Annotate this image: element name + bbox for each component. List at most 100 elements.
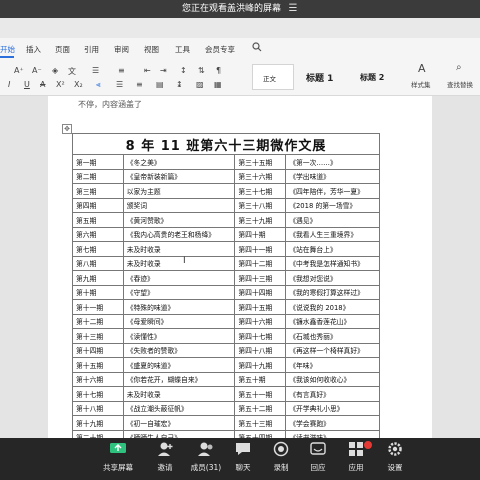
issue-number-cell[interactable]: 第四十四期 xyxy=(234,284,287,300)
issue-number-cell[interactable]: 第三十六期 xyxy=(234,168,287,184)
italic-icon[interactable]: I xyxy=(8,80,10,89)
show-marks-icon[interactable]: ¶ xyxy=(216,66,221,75)
indent-icon[interactable]: ⇥ xyxy=(160,66,167,75)
essay-title-cell[interactable]: 《我的寒假打算这样过》 xyxy=(285,284,380,300)
essay-title-cell[interactable]: 《我该如何收收心》 xyxy=(285,371,380,387)
issue-number-cell[interactable]: 第十一期 xyxy=(72,299,124,315)
issue-number-cell[interactable]: 第十六期 xyxy=(72,371,124,387)
style-heading-2[interactable]: 标题 2 xyxy=(352,64,404,90)
issue-number-cell[interactable]: 第五十期 xyxy=(234,371,287,387)
tab-tools[interactable]: 工具 xyxy=(175,44,190,55)
tab-review[interactable]: 审阅 xyxy=(114,44,129,55)
issue-number-cell[interactable]: 第三十七期 xyxy=(234,183,287,199)
find-replace-icon[interactable]: ⌕ xyxy=(456,62,462,73)
essay-title-cell[interactable]: 《学出味道》 xyxy=(285,168,380,184)
issue-number-cell[interactable]: 第五十三期 xyxy=(234,415,287,431)
essay-title-cell[interactable]: 《有言真好》 xyxy=(285,386,380,402)
issue-number-cell[interactable]: 第三十八期 xyxy=(234,197,287,213)
essay-title-cell[interactable]: 《第一次……》 xyxy=(285,154,380,170)
essay-title-cell[interactable]: 《盛夏的味道》 xyxy=(122,357,236,373)
style-normal[interactable]: 正文 xyxy=(252,64,294,90)
phonetic-icon[interactable]: 文 xyxy=(68,66,76,77)
issue-number-cell[interactable]: 第三期 xyxy=(72,183,124,199)
issue-number-cell[interactable]: 第五十二期 xyxy=(234,400,287,416)
essay-title-cell[interactable]: 《镰水鑫香莲花山》 xyxy=(285,313,380,329)
issue-number-cell[interactable]: 第四十三期 xyxy=(234,270,287,286)
issue-number-cell[interactable]: 第十三期 xyxy=(72,328,124,344)
superscript-icon[interactable]: X² xyxy=(56,80,65,89)
issue-number-cell[interactable]: 第四十七期 xyxy=(234,328,287,344)
issue-number-cell[interactable]: 第十四期 xyxy=(72,342,124,358)
essay-title-cell[interactable]: 《皇帝新装新篇》 xyxy=(122,168,236,184)
issue-number-cell[interactable]: 第五十一期 xyxy=(234,386,287,402)
tab-insert[interactable]: 插入 xyxy=(26,44,41,55)
essay-title-cell[interactable]: 《守望》 xyxy=(122,284,236,300)
essay-title-cell[interactable]: 《遇见》 xyxy=(285,212,380,228)
tab-home[interactable]: 开始 xyxy=(0,44,15,55)
find-replace-label[interactable]: 查找替换 xyxy=(447,79,473,89)
issue-number-cell[interactable]: 第三十五期 xyxy=(234,154,287,170)
style-heading-1[interactable]: 标题 1 xyxy=(298,64,352,90)
essay-title-cell[interactable]: 《2018 的第一场雪》 xyxy=(285,197,380,213)
font-size-down-icon[interactable]: A⁻ xyxy=(32,66,42,75)
essay-title-cell[interactable]: 《中考我是怎样通知书》 xyxy=(285,255,380,271)
menu-icon[interactable]: ☰ xyxy=(286,2,300,16)
issue-number-cell[interactable]: 第四十九期 xyxy=(234,357,287,373)
apps-button[interactable]: 应用 xyxy=(334,441,378,473)
essay-title-cell[interactable]: 《特殊的味道》 xyxy=(122,299,236,315)
essay-title-cell[interactable]: 以家为主题 xyxy=(122,183,236,199)
essay-title-cell[interactable]: 颁奖词 xyxy=(122,197,236,213)
strikethrough-icon[interactable]: A xyxy=(40,80,45,89)
line-spacing-icon[interactable]: ↨ xyxy=(176,80,183,89)
tab-member[interactable]: 会员专享 xyxy=(205,44,235,55)
settings-button[interactable]: 设置 xyxy=(373,441,417,473)
align-left-icon[interactable]: ⫷ xyxy=(96,80,101,90)
outdent-icon[interactable]: ⇤ xyxy=(144,66,151,75)
font-size-up-icon[interactable]: A⁺ xyxy=(14,66,24,75)
tab-references[interactable]: 引用 xyxy=(84,44,99,55)
text-direction-icon[interactable]: ↕ xyxy=(180,66,187,75)
essay-title-cell[interactable]: 《石城也秀丽》 xyxy=(285,328,380,344)
issue-number-cell[interactable]: 第十期 xyxy=(72,284,124,300)
essay-title-cell[interactable]: 未及时收录 xyxy=(122,241,236,257)
essay-title-cell[interactable]: 《你若花开，蝴蝶自来》 xyxy=(122,371,236,387)
issue-number-cell[interactable]: 第四十八期 xyxy=(234,342,287,358)
issue-number-cell[interactable]: 第八期 xyxy=(72,255,124,271)
essay-title-cell[interactable]: 《黄河赞歌》 xyxy=(122,212,236,228)
issue-number-cell[interactable]: 第四十一期 xyxy=(234,241,287,257)
share-screen-button[interactable]: 共享屏幕 xyxy=(96,441,140,473)
borders-icon[interactable]: ▦ xyxy=(214,80,222,89)
issue-number-cell[interactable]: 第四十六期 xyxy=(234,313,287,329)
issue-number-cell[interactable]: 第四期 xyxy=(72,197,124,213)
issue-number-cell[interactable]: 第五期 xyxy=(72,212,124,228)
issue-number-cell[interactable]: 第三十九期 xyxy=(234,212,287,228)
essay-title-cell[interactable]: 《我内心高贵的老王和杨绛》 xyxy=(122,226,236,242)
clear-format-icon[interactable]: ◈ xyxy=(52,66,58,75)
style-set-icon[interactable]: A xyxy=(418,62,426,75)
essay-title-cell[interactable]: 《我想对您说》 xyxy=(285,270,380,286)
style-set-label[interactable]: 样式集 xyxy=(411,79,431,89)
underline-icon[interactable]: U xyxy=(24,80,30,89)
invite-button[interactable]: 邀请 xyxy=(143,441,187,473)
essay-title-cell[interactable]: 《初一自璀宏》 xyxy=(122,415,236,431)
essay-title-cell[interactable]: 《学会赛跑》 xyxy=(285,415,380,431)
issue-number-cell[interactable]: 第十八期 xyxy=(72,400,124,416)
issue-number-cell[interactable]: 第九期 xyxy=(72,270,124,286)
issue-number-cell[interactable]: 第二期 xyxy=(72,168,124,184)
essay-title-cell[interactable]: 《我看人生三重境界》 xyxy=(285,226,380,242)
align-right-icon[interactable]: ≡ xyxy=(136,80,143,89)
essay-title-cell[interactable]: 《读懂性》 xyxy=(122,328,236,344)
essay-title-cell[interactable]: 《再这样一个椅样真好》 xyxy=(285,342,380,358)
issue-number-cell[interactable]: 第十九期 xyxy=(72,415,124,431)
search-icon[interactable] xyxy=(252,42,262,55)
numbered-list-icon[interactable]: ≡ xyxy=(118,66,125,75)
issue-number-cell[interactable]: 第七期 xyxy=(72,241,124,257)
essay-title-cell[interactable]: 《站在舞台上》 xyxy=(285,241,380,257)
essay-title-cell[interactable]: 《开学典礼小思》 xyxy=(285,400,380,416)
issue-number-cell[interactable]: 第十二期 xyxy=(72,313,124,329)
issue-number-cell[interactable]: 第四十二期 xyxy=(234,255,287,271)
tab-page[interactable]: 页面 xyxy=(55,44,70,55)
bullet-list-icon[interactable]: ☰ xyxy=(92,66,99,75)
essay-title-cell[interactable]: 《说说我的 2018》 xyxy=(285,299,380,315)
shading-icon[interactable]: ▨ xyxy=(196,80,204,89)
